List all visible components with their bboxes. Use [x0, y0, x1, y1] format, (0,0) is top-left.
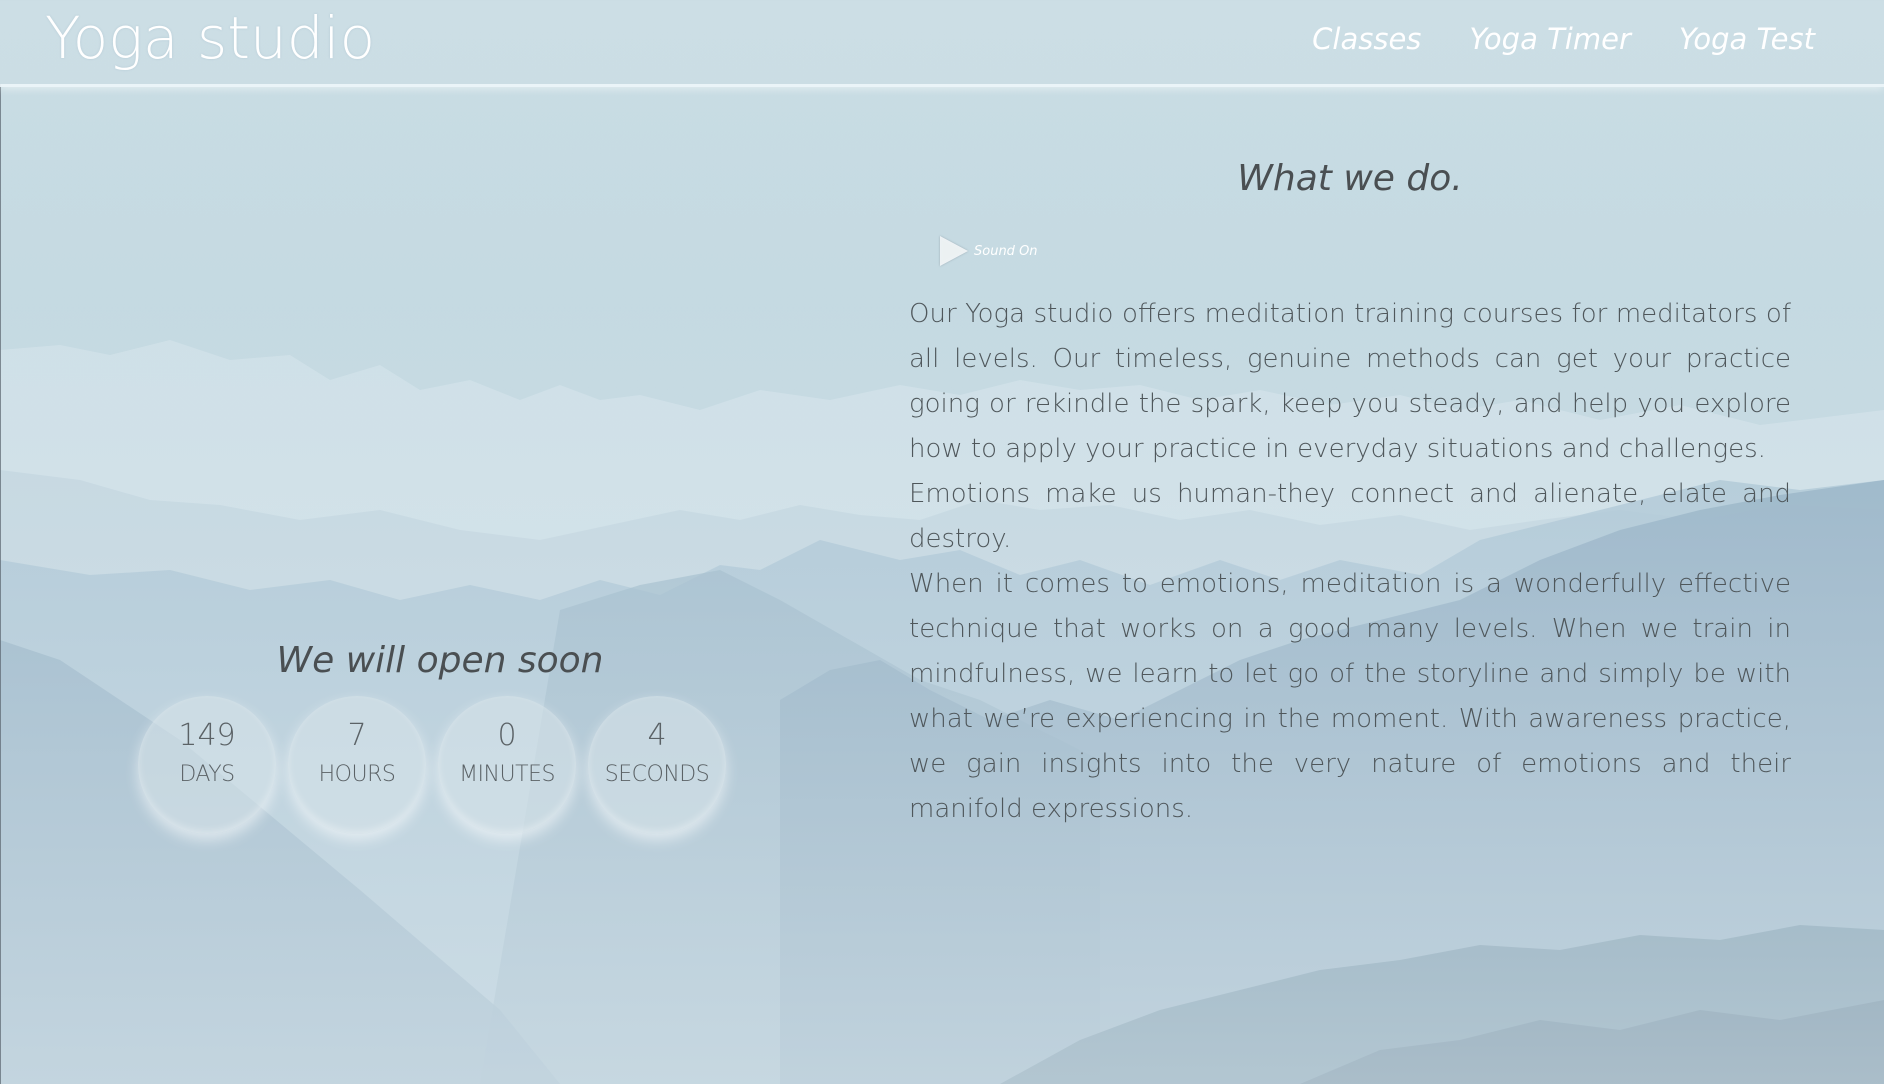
countdown-days: 149 DAYS	[138, 696, 276, 834]
about-paragraph: Emotions make us human-they connect and …	[909, 479, 1791, 554]
countdown-hours: 7 HOURS	[288, 696, 426, 834]
countdown-hours-label: HOURS	[318, 762, 396, 787]
countdown-hours-value: 7	[347, 718, 367, 753]
main-nav: Classes Yoga Timer Yoga Test	[1312, 22, 1815, 56]
countdown-minutes: 0 MINUTES	[438, 696, 576, 834]
countdown-seconds-value: 4	[647, 718, 667, 753]
about-paragraph: Our Yoga studio offers meditation traini…	[909, 299, 1791, 464]
countdown-days-label: DAYS	[179, 762, 235, 787]
nav-link-classes[interactable]: Classes	[1312, 22, 1421, 56]
countdown-minutes-label: MINUTES	[459, 762, 555, 787]
countdown-minutes-value: 0	[497, 718, 517, 753]
window-left-border	[0, 84, 1, 1084]
nav-link-yoga-timer[interactable]: Yoga Timer	[1469, 22, 1630, 56]
nav-link-yoga-test[interactable]: Yoga Test	[1679, 22, 1815, 56]
about-title: What we do.	[1237, 158, 1463, 199]
sound-label: Sound On	[974, 243, 1038, 259]
countdown-days-value: 149	[178, 718, 236, 753]
about-paragraph: When it comes to emotions, meditation is…	[909, 569, 1791, 824]
countdown-seconds: 4 SECONDS	[588, 696, 726, 834]
site-brand[interactable]: Yoga studio	[45, 4, 375, 72]
countdown-title: We will open soon	[276, 640, 604, 681]
countdown-seconds-label: SECONDS	[604, 762, 710, 787]
sound-toggle-button[interactable]: Sound On	[940, 236, 1038, 266]
countdown-timer: 149 DAYS 7 HOURS 0 MINUTES 4 SECONDS	[138, 696, 726, 834]
top-navbar: Yoga studio Classes Yoga Timer Yoga Test	[0, 0, 1884, 87]
play-icon	[940, 236, 968, 266]
about-text: Our Yoga studio offers meditation traini…	[909, 292, 1791, 832]
